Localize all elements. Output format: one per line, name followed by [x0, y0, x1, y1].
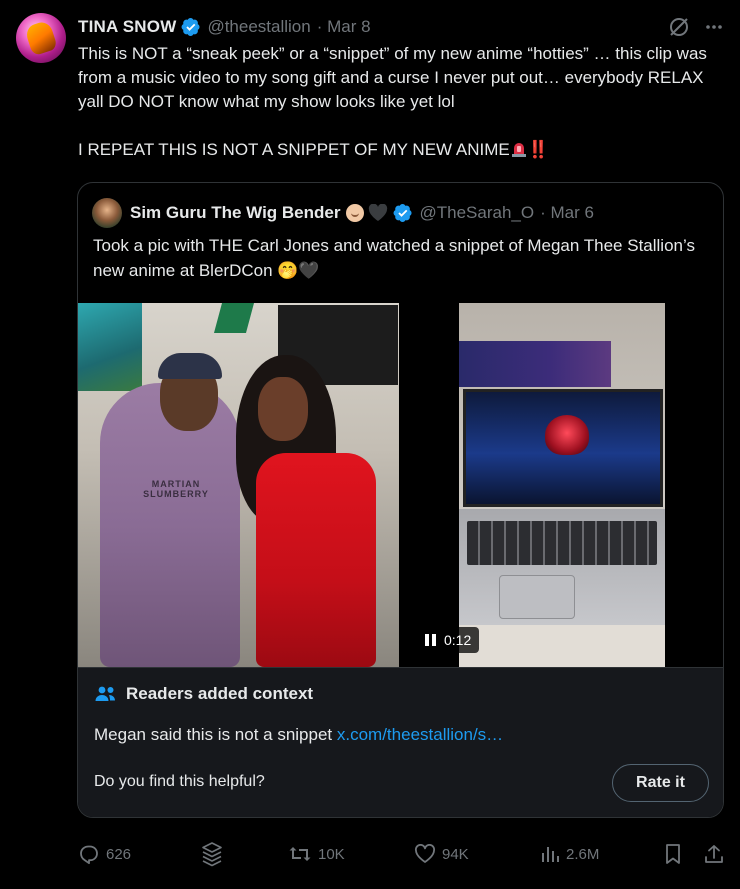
- helpful-question: Do you find this helpful?: [94, 773, 265, 790]
- tweet-date[interactable]: · Mar 8: [317, 17, 371, 37]
- double-exclamation: ‼️: [527, 140, 549, 159]
- siren-emoji-icon: [511, 143, 526, 157]
- author-handle[interactable]: @theestallion: [207, 17, 310, 37]
- tweet-paragraph-2: I REPEAT THIS IS NOT A SNIPPET OF MY NEW…: [78, 138, 728, 162]
- black-heart-emoji-icon: [369, 204, 388, 221]
- community-note-text: Megan said this is not a snippet: [94, 725, 337, 744]
- tweet-paragraph-1: This is NOT a “sneak peek” or a “snippet…: [78, 44, 712, 111]
- tweet-actions: 626 10K 94K 2.6M: [78, 840, 728, 868]
- stack-icon: [202, 842, 222, 867]
- video-time: 0:12: [444, 632, 472, 648]
- more-icon[interactable]: [704, 17, 724, 37]
- quoted-avatar: [92, 198, 122, 228]
- like-icon: [414, 844, 436, 863]
- community-note-heading: Readers added context: [126, 684, 314, 703]
- pause-icon[interactable]: [425, 634, 436, 646]
- bookmark-icon: [666, 844, 680, 864]
- video-floor: [459, 625, 665, 667]
- quoted-tweet-header: Sim Guru The Wig Bender @TheSarah_O · Ma…: [92, 198, 594, 228]
- hoodie-logo: MARTIAN SLUMBERRY: [143, 479, 209, 499]
- views-icon: [542, 847, 559, 862]
- photo-man: [100, 383, 240, 667]
- photo-woman-face: [258, 377, 308, 441]
- community-note-body: Megan said this is not a snippet x.com/t…: [94, 725, 503, 745]
- tweet-body: This is NOT a “sneak peek” or a “snippet…: [78, 42, 728, 162]
- retweet-icon: [289, 847, 311, 861]
- video-trackpad: [499, 575, 575, 619]
- video-keyboard: [467, 521, 657, 565]
- avatar-figure: [24, 19, 58, 57]
- tweet-header: TINA SNOW @theestallion · Mar 8: [78, 16, 724, 38]
- bookmark-action[interactable]: [664, 840, 682, 868]
- views-count: 2.6M: [566, 845, 600, 863]
- views-action[interactable]: 2.6M: [540, 840, 599, 868]
- like-action[interactable]: 94K: [414, 840, 469, 868]
- reply-icon: [80, 845, 98, 865]
- photo-man-cap: [158, 353, 222, 379]
- baby-emoji-icon: [346, 204, 365, 222]
- retweet-action[interactable]: 10K: [288, 840, 345, 868]
- quoted-tweet-date: · Mar 6: [540, 203, 594, 222]
- photo-screen: [78, 303, 142, 391]
- community-note-header: Readers added context: [94, 684, 313, 704]
- grok-icon[interactable]: [668, 16, 690, 38]
- reply-action[interactable]: 626: [78, 840, 131, 868]
- share-icon: [705, 845, 723, 863]
- verified-badge-icon: [181, 18, 200, 36]
- stack-action[interactable]: [200, 840, 224, 868]
- like-count: 94K: [442, 845, 469, 863]
- photo-flag: [213, 303, 255, 333]
- quoted-verified-badge-icon: [394, 204, 413, 222]
- video-playback-control[interactable]: 0:12: [417, 627, 480, 653]
- photo-woman-dress: [256, 453, 376, 667]
- video-thumbnail[interactable]: [459, 303, 665, 667]
- rate-it-button[interactable]: Rate it: [612, 764, 709, 802]
- quoted-author-name: Sim Guru The Wig Bender: [130, 203, 341, 222]
- video-ship: [545, 415, 589, 455]
- people-icon: [95, 686, 115, 701]
- video-banner: [459, 341, 611, 387]
- share-action[interactable]: [704, 840, 724, 868]
- community-note-link[interactable]: x.com/theestallion/s…: [337, 725, 503, 744]
- quoted-tweet-text: Took a pic with THE Carl Jones and watch…: [93, 236, 695, 280]
- author-avatar[interactable]: [16, 13, 66, 63]
- quoted-author-handle: @TheSarah_O: [419, 203, 535, 222]
- quoted-media[interactable]: MARTIAN SLUMBERRY 0:12: [78, 303, 723, 667]
- retweet-count: 10K: [318, 845, 345, 863]
- quoted-tweet[interactable]: Sim Guru The Wig Bender @TheSarah_O · Ma…: [77, 182, 724, 818]
- tweet-paragraph-2-text: I REPEAT THIS IS NOT A SNIPPET OF MY NEW…: [78, 140, 510, 159]
- author-name[interactable]: TINA SNOW: [78, 17, 176, 37]
- reply-count: 626: [106, 845, 132, 863]
- community-note: Readers added context Megan said this is…: [78, 667, 723, 817]
- photo-left[interactable]: MARTIAN SLUMBERRY: [78, 303, 399, 667]
